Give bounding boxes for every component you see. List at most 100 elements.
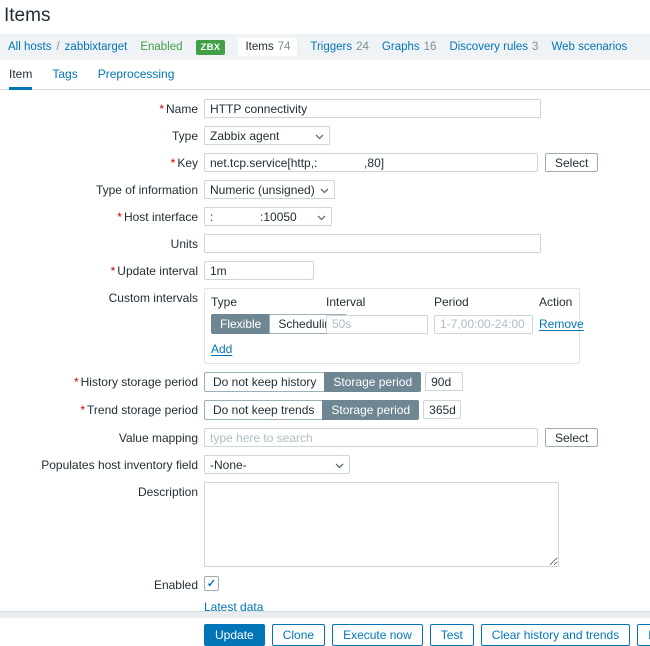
clone-button[interactable]: Clone bbox=[272, 624, 325, 646]
nav-item-label: Triggers bbox=[310, 41, 352, 53]
update-interval-input[interactable] bbox=[204, 261, 314, 280]
nav-item-label: Graphs bbox=[382, 41, 420, 53]
nav-item-label: Items bbox=[245, 41, 273, 53]
custom-intervals-label: Custom intervals bbox=[0, 288, 204, 305]
ci-remove-link[interactable]: Remove bbox=[539, 317, 584, 331]
type-select[interactable]: Zabbix agent bbox=[204, 126, 330, 145]
value-mapping-select-button[interactable]: Select bbox=[545, 428, 598, 447]
tab-preprocessing[interactable]: Preprocessing bbox=[98, 67, 175, 89]
form-actions-row: Update Clone Execute now Test Clear hist… bbox=[0, 622, 650, 646]
ci-period-input[interactable] bbox=[434, 315, 533, 334]
trend-storage-period-button[interactable]: Storage period bbox=[322, 400, 419, 420]
units-input[interactable] bbox=[204, 234, 541, 253]
history-storage-label: History storage period bbox=[81, 375, 198, 389]
nav-item-count: 3 bbox=[532, 41, 538, 53]
units-label: Units bbox=[0, 234, 204, 251]
clear-history-button[interactable]: Clear history and trends bbox=[481, 624, 630, 646]
type-of-information-select-value: Numeric (unsigned) bbox=[210, 183, 315, 197]
item-form: *Name Type Zabbix agent *Key Select Type… bbox=[0, 90, 650, 646]
nav-item-web-scenarios[interactable]: Web scenarios bbox=[551, 41, 627, 53]
ci-add-link[interactable]: Add bbox=[211, 342, 232, 356]
value-mapping-label: Value mapping bbox=[0, 428, 204, 445]
history-do-not-keep-button[interactable]: Do not keep history bbox=[204, 372, 325, 392]
breadcrumb-host[interactable]: zabbixtarget bbox=[65, 41, 128, 53]
type-select-value: Zabbix agent bbox=[210, 129, 279, 143]
description-label: Description bbox=[0, 482, 204, 499]
nav-item-discovery-rules[interactable]: Discovery rules 3 bbox=[449, 41, 538, 53]
breadcrumb: All hosts / zabbixtarget bbox=[8, 41, 127, 53]
required-mark: * bbox=[159, 102, 164, 116]
history-storage-toggle: Do not keep history Storage period bbox=[204, 372, 421, 392]
test-button[interactable]: Test bbox=[430, 624, 474, 646]
ci-type-toggle: Flexible Scheduling bbox=[211, 314, 326, 334]
type-row: Type Zabbix agent bbox=[0, 126, 650, 145]
required-mark: * bbox=[111, 264, 116, 278]
required-mark: * bbox=[74, 375, 79, 389]
populates-inventory-select[interactable]: -None- bbox=[204, 455, 350, 474]
zbx-agent-badge: ZBX bbox=[196, 40, 226, 55]
history-storage-input[interactable] bbox=[425, 372, 463, 391]
name-row: *Name bbox=[0, 99, 650, 118]
host-nav-bar: All hosts / zabbixtarget Enabled ZBX Ite… bbox=[0, 34, 650, 60]
description-textarea[interactable] bbox=[204, 482, 559, 567]
tab-item[interactable]: Item bbox=[9, 67, 32, 90]
host-interface-row: *Host interface : :10050 bbox=[0, 207, 650, 226]
required-mark: * bbox=[117, 210, 122, 224]
enabled-label: Enabled bbox=[0, 575, 204, 592]
ci-header-interval: Interval bbox=[326, 295, 434, 309]
chevron-down-icon bbox=[317, 215, 326, 221]
trend-storage-row: *Trend storage period Do not keep trends… bbox=[0, 400, 650, 420]
value-mapping-input[interactable] bbox=[204, 428, 538, 447]
key-row: *Key Select bbox=[0, 153, 650, 172]
custom-intervals-box: Type Interval Period Action Flexible Sch… bbox=[204, 288, 580, 364]
key-input[interactable] bbox=[204, 153, 538, 172]
ci-interval-input[interactable] bbox=[326, 315, 428, 334]
chevron-down-icon bbox=[320, 188, 329, 194]
key-label: Key bbox=[177, 156, 198, 170]
nav-item-triggers[interactable]: Triggers 24 bbox=[310, 41, 369, 53]
populates-inventory-row: Populates host inventory field -None- bbox=[0, 455, 650, 474]
type-of-information-label: Type of information bbox=[0, 180, 204, 197]
value-mapping-row: Value mapping Select bbox=[0, 428, 650, 447]
history-storage-row: *History storage period Do not keep hist… bbox=[0, 372, 650, 392]
tab-tags[interactable]: Tags bbox=[52, 67, 77, 89]
type-of-information-row: Type of information Numeric (unsigned) bbox=[0, 180, 650, 199]
populates-inventory-label: Populates host inventory field bbox=[0, 455, 204, 472]
enabled-checkbox[interactable]: ✓ bbox=[204, 576, 219, 591]
ci-header-type: Type bbox=[211, 295, 326, 309]
nav-item-items[interactable]: Items 74 bbox=[238, 38, 297, 56]
breadcrumb-all-hosts[interactable]: All hosts bbox=[8, 41, 51, 53]
chevron-down-icon bbox=[335, 463, 344, 469]
required-mark: * bbox=[80, 403, 85, 417]
trend-storage-toggle: Do not keep trends Storage period bbox=[204, 400, 419, 420]
form-actions: Update Clone Execute now Test Clear hist… bbox=[204, 624, 650, 646]
delete-button[interactable]: Delete bbox=[637, 624, 650, 646]
type-of-information-select[interactable]: Numeric (unsigned) bbox=[204, 180, 335, 199]
history-storage-period-button[interactable]: Storage period bbox=[324, 372, 421, 392]
execute-now-button[interactable]: Execute now bbox=[332, 624, 423, 646]
nav-item-label: Web scenarios bbox=[551, 41, 627, 53]
nav-item-label: Discovery rules bbox=[449, 41, 528, 53]
trend-do-not-keep-button[interactable]: Do not keep trends bbox=[204, 400, 323, 420]
custom-intervals-row: Custom intervals Type Interval Period Ac… bbox=[0, 288, 650, 364]
trend-storage-input[interactable] bbox=[423, 400, 461, 419]
check-icon: ✓ bbox=[207, 577, 216, 590]
nav-item-count: 74 bbox=[278, 41, 291, 53]
name-label: Name bbox=[166, 102, 198, 116]
units-row: Units bbox=[0, 234, 650, 253]
host-interface-select[interactable]: : :10050 bbox=[204, 207, 332, 226]
update-interval-row: *Update interval bbox=[0, 261, 650, 280]
page-title: Items bbox=[0, 0, 650, 34]
host-interface-select-value: : :10050 bbox=[210, 210, 297, 224]
host-status: Enabled bbox=[140, 41, 182, 53]
nav-item-graphs[interactable]: Graphs 16 bbox=[382, 41, 437, 53]
ci-type-flexible-button[interactable]: Flexible bbox=[211, 314, 270, 334]
key-select-button[interactable]: Select bbox=[545, 153, 598, 172]
footer-strip bbox=[0, 611, 650, 618]
update-button[interactable]: Update bbox=[204, 624, 265, 646]
enabled-row: Enabled ✓ bbox=[0, 575, 650, 592]
type-label: Type bbox=[0, 126, 204, 143]
name-input[interactable] bbox=[204, 99, 541, 118]
trend-storage-label: Trend storage period bbox=[87, 403, 198, 417]
update-interval-label: Update interval bbox=[117, 264, 198, 278]
